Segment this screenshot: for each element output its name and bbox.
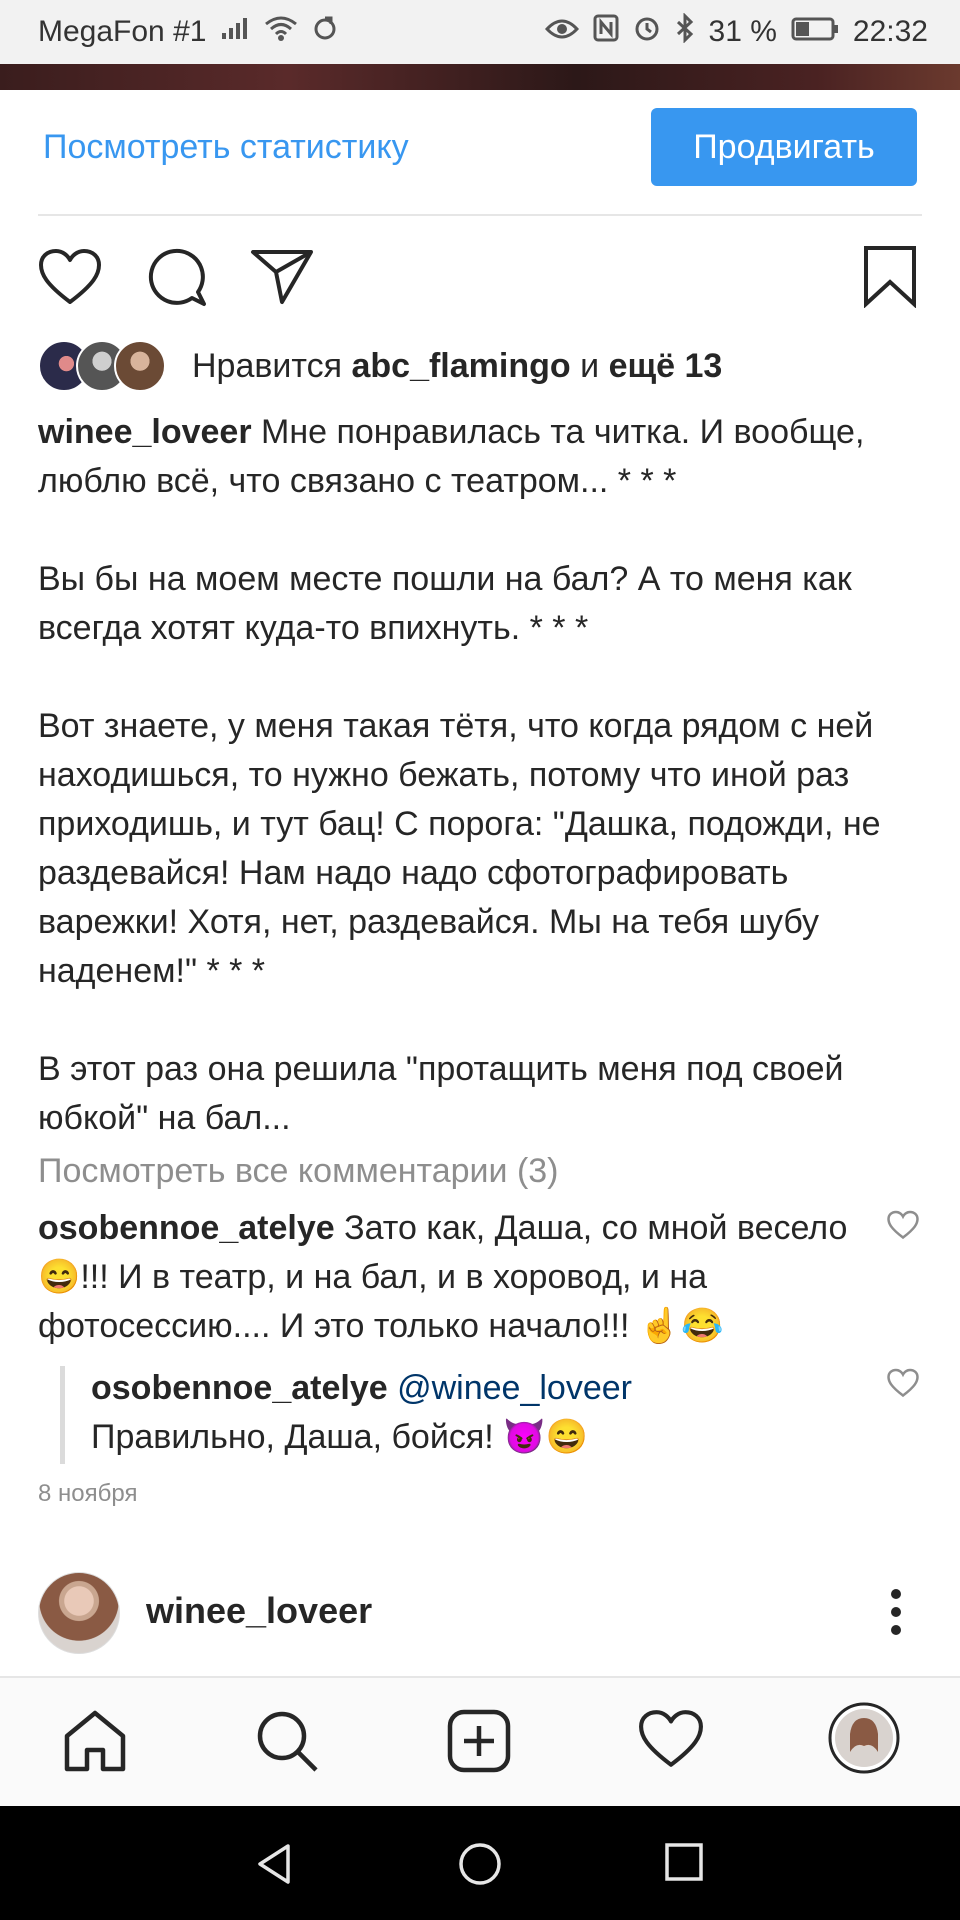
battery-percent: 31 %	[708, 15, 777, 48]
comment-username[interactable]: osobennoe_atelye	[38, 1209, 335, 1247]
home-circle-icon[interactable]	[458, 1842, 502, 1886]
comment-username[interactable]: osobennoe_atelye	[91, 1369, 388, 1407]
sync-icon	[312, 15, 338, 49]
liker-username[interactable]: abc_flamingo	[351, 347, 570, 385]
wifi-icon	[264, 14, 298, 50]
status-right: 31 % 22:32	[544, 12, 928, 51]
reply-comment: osobennoe_atelye @winee_loveer Правильно…	[91, 1364, 871, 1462]
grinning-emoji: 😄	[38, 1258, 81, 1296]
post-date: 8 ноября	[38, 1480, 138, 1507]
more-options-icon[interactable]	[888, 1588, 904, 1636]
back-triangle-icon[interactable]	[254, 1842, 294, 1886]
recents-square-icon[interactable]	[664, 1842, 704, 1882]
new-post-plus-icon[interactable]	[446, 1708, 512, 1774]
pointing-laughing-emoji: ☝😂	[638, 1307, 724, 1345]
caption-paragraph: Вот знаете, у меня такая тётя, что когда…	[38, 707, 881, 990]
status-bar: MegaFon #1 31 % 22:32	[0, 0, 960, 64]
caption-paragraph: Вы бы на моем месте пошли на бал? А то м…	[38, 560, 852, 647]
comment-text: Правильно, Даша, бойся!	[91, 1418, 494, 1456]
comment-text: Зато как, Даша, со мной весело	[344, 1209, 848, 1247]
profile-avatar[interactable]	[828, 1702, 900, 1779]
likes-and: и	[580, 346, 600, 385]
next-post-username[interactable]: winee_loveer	[146, 1590, 372, 1632]
liker-avatar[interactable]	[114, 340, 166, 392]
status-left: MegaFon #1	[38, 14, 338, 50]
likes-summary[interactable]: Нравится abc_flamingo и ещё 13	[38, 340, 722, 392]
carrier-name: MegaFon #1	[38, 15, 207, 48]
comment-bubble-icon[interactable]	[146, 246, 208, 308]
view-all-comments-link[interactable]: Посмотреть все комментарии (3)	[38, 1152, 559, 1191]
likes-others-count[interactable]: ещё 13	[609, 347, 723, 385]
post-caption: winee_loveer Мне понравилась та читка. И…	[38, 408, 928, 1143]
bluetooth-icon	[675, 12, 695, 51]
likes-prefix: Нравится	[192, 346, 343, 385]
comment-like-heart-icon[interactable]	[887, 1210, 919, 1240]
signal-icon	[220, 15, 250, 49]
battery-icon	[791, 15, 839, 49]
caption-username[interactable]: winee_loveer	[38, 413, 252, 451]
comment-like-heart-icon[interactable]	[887, 1368, 919, 1398]
divider	[38, 214, 922, 216]
post-photo-bottom-edge[interactable]	[0, 64, 960, 90]
view-insights-link[interactable]: Посмотреть статистику	[43, 128, 409, 167]
reply-thread-line	[60, 1366, 65, 1464]
caption-paragraph: В этот раз она решила "протащить меня по…	[38, 1050, 844, 1137]
likes-text[interactable]: Нравится abc_flamingo и ещё 13	[192, 347, 722, 386]
clock: 22:32	[852, 15, 928, 48]
share-send-icon[interactable]	[250, 248, 314, 306]
caption-paragraph: winee_loveer Мне понравилась та читка. И…	[38, 408, 928, 506]
activity-heart-icon[interactable]	[638, 1708, 704, 1770]
comment: osobennoe_atelye Зато как, Даша, со мной…	[38, 1204, 878, 1351]
comment-text: !!! И в театр, и на бал, и в хоровод, и …	[38, 1258, 708, 1345]
alarm-icon	[633, 14, 661, 50]
devil-grin-emoji: 😈😄	[503, 1418, 588, 1456]
bottom-tab-bar	[0, 1676, 960, 1806]
system-nav-bar	[0, 1806, 960, 1920]
comment-mention[interactable]: @winee_loveer	[397, 1369, 632, 1407]
eye-icon	[544, 15, 579, 49]
nfc-icon	[593, 14, 619, 50]
next-post-avatar[interactable]	[38, 1572, 120, 1654]
home-icon[interactable]	[62, 1708, 128, 1774]
like-heart-icon[interactable]	[38, 248, 102, 306]
promote-button[interactable]: Продвигать	[651, 108, 917, 186]
bookmark-save-icon[interactable]	[862, 244, 918, 308]
search-icon[interactable]	[254, 1708, 320, 1774]
